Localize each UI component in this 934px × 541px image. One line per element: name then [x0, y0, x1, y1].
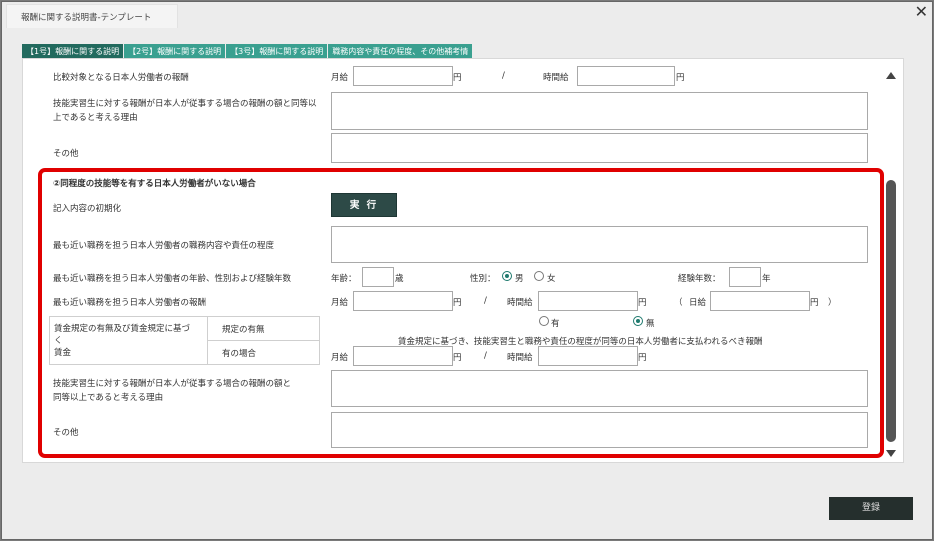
- scroll-thumb[interactable]: [886, 180, 896, 442]
- dialog-title: 報酬に関する説明書-テンプレート: [6, 4, 178, 28]
- register-button[interactable]: 登録: [829, 497, 913, 520]
- scroll-up-icon[interactable]: [886, 72, 896, 79]
- highlight-box: [38, 168, 884, 458]
- scroll-down-icon[interactable]: [886, 450, 896, 457]
- upper-other-textarea[interactable]: [331, 133, 868, 163]
- upper-hourly-label: 時間給: [543, 73, 569, 83]
- upper-slash: /: [502, 71, 505, 81]
- upper-yen-2: 円: [676, 73, 685, 83]
- comparison-label: 比較対象となる日本人労働者の報酬: [53, 73, 189, 83]
- close-icon[interactable]: ✕: [915, 2, 928, 21]
- upper-hourly-input[interactable]: [577, 66, 675, 86]
- upper-reason-textarea[interactable]: [331, 92, 868, 130]
- upper-monthly-label: 月給: [331, 73, 349, 83]
- upper-other-label: その他: [53, 149, 79, 159]
- scrollbar[interactable]: [884, 62, 898, 462]
- upper-yen-1: 円: [453, 73, 462, 83]
- upper-reason-label: 技能実習生に対する報酬が日本人が従事する場合の報酬の額と同等以上であると考える理…: [53, 99, 317, 123]
- upper-monthly-input[interactable]: [353, 66, 453, 86]
